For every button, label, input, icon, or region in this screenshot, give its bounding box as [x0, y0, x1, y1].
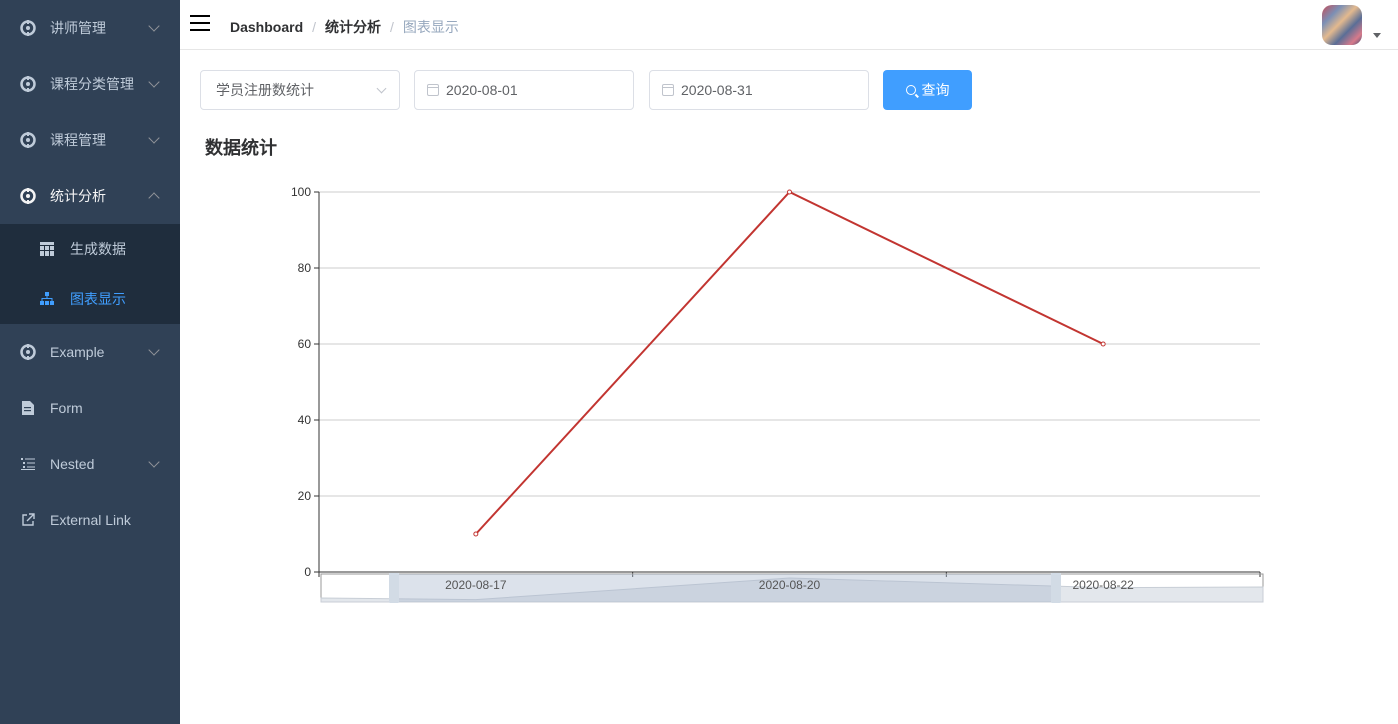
menu-item-teacher[interactable]: 讲师管理	[0, 0, 180, 56]
menu-label: 讲师管理	[50, 20, 106, 36]
external-link-icon	[20, 512, 36, 528]
chevron-down-icon	[148, 20, 160, 32]
sidebar-item-generate-data[interactable]: 生成数据	[0, 224, 180, 274]
chevron-up-icon	[148, 192, 160, 204]
breadcrumb-statistics[interactable]: 统计分析	[325, 17, 381, 37]
calendar-icon	[427, 84, 439, 96]
menu-label: Form	[50, 400, 83, 416]
begin-date-value: 2020-08-01	[446, 82, 518, 98]
menu-item-course[interactable]: 课程管理	[0, 112, 180, 168]
menu-label: 课程管理	[50, 132, 106, 148]
y-tick-label: 80	[298, 261, 312, 275]
nested-icon	[20, 456, 36, 472]
data-point	[787, 189, 792, 195]
end-date-picker[interactable]: 2020-08-31	[649, 70, 869, 110]
y-tick-label: 60	[298, 337, 312, 351]
gear-icon	[20, 344, 36, 360]
line-chart: 0 20 40 60 80 100 2020-08-17 2020-08-20 2020-08-…	[291, 185, 1264, 603]
gear-icon	[20, 132, 36, 148]
menu-label: Example	[50, 344, 105, 360]
menu-item-nested[interactable]: Nested	[0, 436, 180, 492]
form-icon	[20, 400, 36, 416]
chevron-down-icon	[148, 344, 160, 356]
menu-label: External Link	[50, 512, 131, 528]
data-zoom-handle-left	[389, 573, 399, 603]
breadcrumb: Dashboard / 统计分析 / 图表显示	[230, 17, 459, 37]
menu-item-external-link[interactable]: External Link	[0, 492, 180, 548]
search-button-label: 查询	[921, 82, 950, 98]
avatar[interactable]	[1322, 5, 1362, 45]
page-title: 数据统计	[205, 138, 277, 158]
chevron-down-icon	[376, 83, 387, 94]
table-icon	[40, 242, 54, 256]
sidebar: 讲师管理 课程分类管理 课程管理 统计分析 生成数据 图表显示 Example …	[0, 0, 180, 724]
navbar: Dashboard / 统计分析 / 图表显示	[180, 0, 1398, 50]
sidebar-item-chart-display[interactable]: 图表显示	[0, 274, 180, 324]
tree-icon	[40, 292, 54, 306]
begin-date-picker[interactable]: 2020-08-01	[414, 70, 634, 110]
calendar-icon	[662, 84, 674, 96]
data-zoom-handle-right	[1051, 573, 1061, 603]
series-line	[475, 190, 1104, 535]
submenu-label: 图表显示	[70, 291, 126, 307]
menu-label: 统计分析	[50, 188, 106, 204]
menu-item-form[interactable]: Form	[0, 380, 180, 436]
end-date-value: 2020-08-31	[681, 82, 753, 98]
stat-type-value: 学员注册数统计	[216, 82, 314, 98]
data-point	[1100, 341, 1106, 347]
menu-label: 课程分类管理	[50, 76, 134, 92]
breadcrumb-dashboard[interactable]: Dashboard	[230, 19, 303, 35]
gear-icon	[20, 76, 36, 92]
stat-type-select[interactable]: 学员注册数统计	[200, 70, 400, 110]
x-tick-label: 2020-08-20	[759, 578, 821, 592]
caret-down-icon[interactable]	[1373, 33, 1381, 38]
data-point	[473, 531, 479, 537]
menu-label: Nested	[50, 456, 95, 472]
chevron-down-icon	[148, 76, 160, 88]
breadcrumb-separator: /	[390, 19, 394, 35]
menu-item-statistics[interactable]: 统计分析	[0, 168, 180, 224]
search-icon	[905, 85, 916, 95]
gear-icon	[20, 188, 36, 204]
x-tick-label: 2020-08-17	[445, 578, 507, 592]
breadcrumb-current: 图表显示	[402, 19, 459, 35]
submenu-label: 生成数据	[70, 241, 126, 257]
hamburger-icon[interactable]	[190, 15, 210, 33]
y-tick-label: 100	[291, 185, 311, 199]
y-tick-label: 0	[304, 565, 311, 579]
menu-item-example[interactable]: Example	[0, 324, 180, 380]
gear-icon	[20, 20, 36, 36]
y-tick-label: 20	[298, 489, 312, 503]
submenu-statistics: 生成数据 图表显示	[0, 224, 180, 324]
chevron-down-icon	[148, 132, 160, 144]
x-tick-label: 2020-08-22	[1072, 578, 1134, 592]
chevron-down-icon	[148, 456, 160, 468]
menu-item-course-category[interactable]: 课程分类管理	[0, 56, 180, 112]
y-tick-label: 40	[298, 413, 312, 427]
search-button[interactable]: 查询	[883, 70, 972, 110]
breadcrumb-separator: /	[312, 19, 317, 35]
